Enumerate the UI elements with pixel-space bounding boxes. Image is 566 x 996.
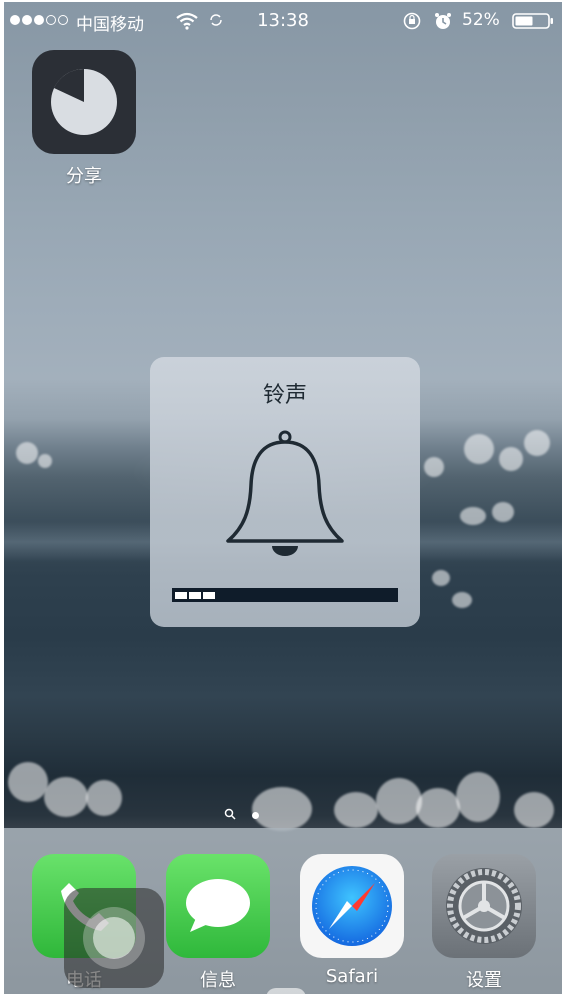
- dock-app-safari-tile: [300, 854, 404, 958]
- bokeh-light: [452, 592, 472, 608]
- assistive-touch-button[interactable]: [64, 888, 164, 988]
- bokeh-light: [86, 780, 122, 816]
- dock-app-settings-tile: [432, 854, 536, 958]
- bokeh-light: [524, 430, 550, 456]
- bokeh-light: [499, 447, 523, 471]
- dock-app-messages-tile: [166, 854, 270, 958]
- dock-app-settings-label: 设置: [466, 970, 502, 991]
- bokeh-light: [334, 792, 378, 828]
- bokeh-light: [432, 570, 450, 586]
- orientation-lock-icon: [403, 12, 421, 30]
- assistive-touch-ring: [83, 907, 145, 969]
- dock-app-safari-label: Safari: [325, 966, 379, 987]
- home-indicator: [266, 988, 306, 994]
- gear-icon: [446, 868, 522, 944]
- battery-icon: [512, 13, 553, 29]
- bokeh-light: [44, 777, 88, 817]
- bokeh-light: [38, 454, 52, 468]
- bokeh-light: [16, 442, 38, 464]
- bokeh-light: [424, 457, 444, 477]
- status-bar: 中国移动 13:38 52%: [4, 2, 562, 40]
- page-indicator-dot[interactable]: [252, 812, 259, 819]
- volume-level-bar: [172, 588, 398, 602]
- bokeh-light: [8, 762, 48, 802]
- bokeh-light: [492, 502, 514, 522]
- battery-percentage: 52%: [462, 10, 500, 30]
- bokeh-light: [464, 434, 494, 464]
- app-share-tile: [32, 50, 136, 154]
- dock-app-messages[interactable]: 信息: [166, 854, 270, 992]
- compass-icon: [312, 866, 392, 946]
- bokeh-light: [252, 787, 312, 831]
- dock-app-settings[interactable]: 设置: [432, 854, 536, 992]
- bell-icon: [226, 430, 344, 556]
- app-share[interactable]: 分享: [32, 50, 136, 188]
- bokeh-light: [460, 507, 486, 525]
- pie-chart-icon: [51, 68, 117, 135]
- dock-app-safari[interactable]: Safari: [300, 854, 404, 987]
- bokeh-light: [456, 772, 500, 822]
- volume-hud-title: 铃声: [262, 383, 307, 408]
- bokeh-light: [376, 778, 422, 824]
- bokeh-light: [514, 792, 554, 828]
- assistive-touch-core: [93, 917, 135, 959]
- bokeh-light: [416, 788, 460, 828]
- home-screen: 中国移动 13:38 52% 分享 铃声 信息 Safari 设置: [4, 2, 562, 994]
- alarm-icon: [435, 13, 451, 29]
- dock-app-messages-label: 信息: [200, 970, 236, 991]
- message-bubble-icon: [186, 879, 250, 932]
- volume-level-fill: [175, 592, 215, 599]
- volume-hud: 铃声: [150, 357, 420, 627]
- app-share-label: 分享: [66, 166, 102, 187]
- spotlight-search-icon: [224, 808, 236, 820]
